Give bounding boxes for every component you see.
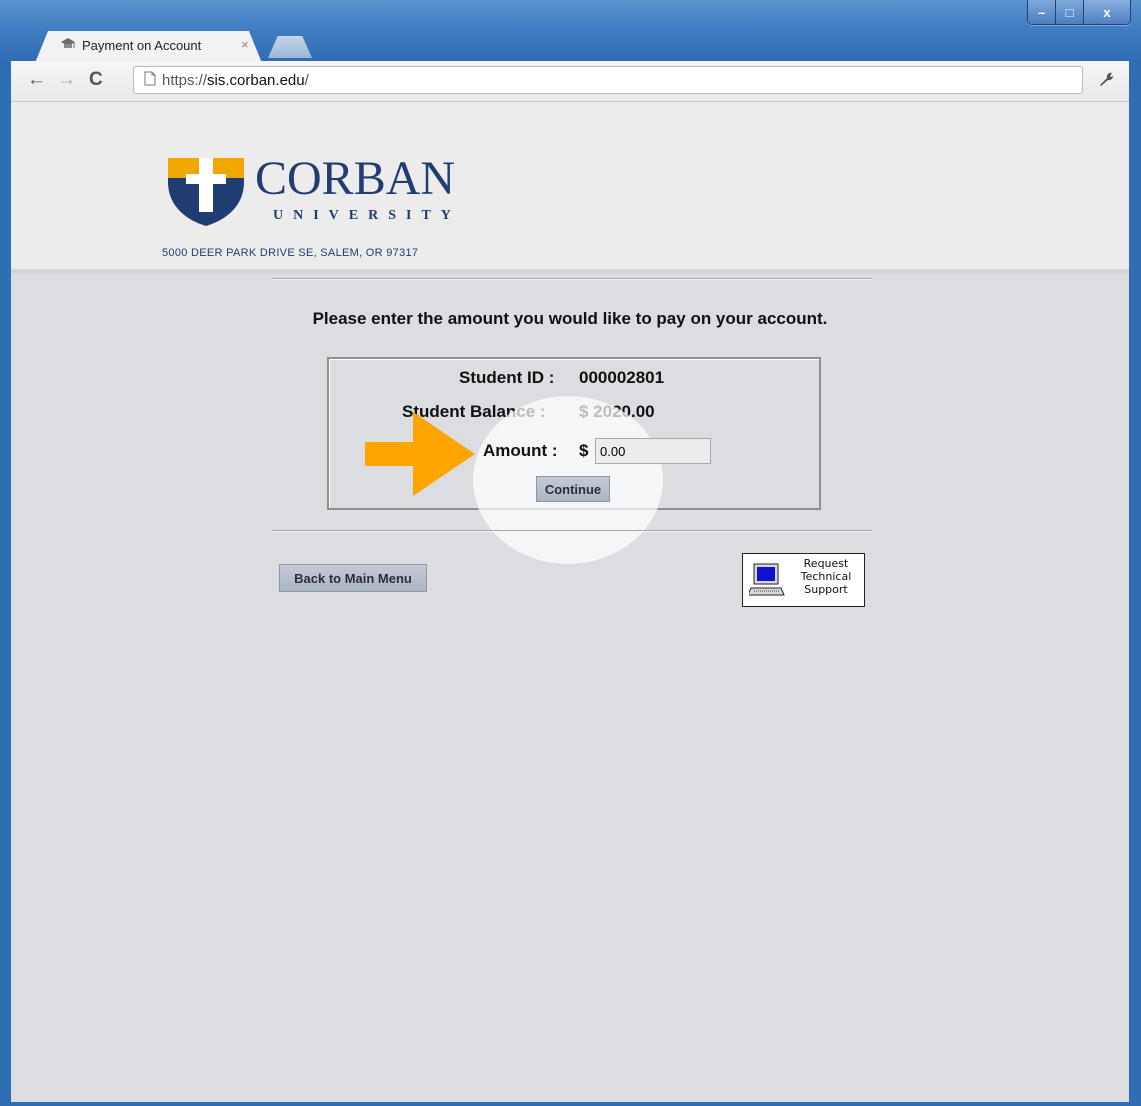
divider-top: [272, 278, 872, 280]
brand-subtitle: UNIVERSITY: [273, 208, 461, 223]
url-scheme: https://: [162, 71, 208, 89]
computer-icon: [747, 562, 785, 603]
url-host: sis.corban.edu: [207, 71, 305, 89]
forward-arrow-icon[interactable]: →: [57, 69, 76, 91]
minimize-button[interactable]: –: [1028, 0, 1056, 24]
support-line-3: Support: [804, 583, 848, 596]
url-path: /: [304, 71, 309, 89]
browser-window: – □ x Payment on Account × ← → C https:/…: [0, 0, 1141, 1106]
pointer-arrow-icon: [365, 412, 475, 501]
close-window-button[interactable]: x: [1084, 0, 1130, 24]
page-icon: [144, 71, 156, 90]
request-technical-support-button[interactable]: Request Technical Support: [742, 553, 865, 607]
new-tab-button[interactable]: [268, 36, 312, 58]
student-id-value: 000002801: [579, 368, 665, 387]
page-viewport: CORBAN UNIVERSITY 5000 DEER PARK DRIVE S…: [11, 102, 1129, 1102]
maximize-button[interactable]: □: [1056, 0, 1084, 24]
brand-name: CORBAN: [255, 152, 456, 205]
tab-title: Payment on Account: [82, 38, 202, 53]
browser-toolbar: ← → C https://sis.corban.edu /: [11, 61, 1129, 102]
support-line-1: Request: [803, 557, 849, 570]
site-header: CORBAN UNIVERSITY 5000 DEER PARK DRIVE S…: [11, 102, 1129, 271]
back-arrow-icon[interactable]: ←: [27, 69, 46, 91]
currency-symbol: $: [579, 441, 589, 460]
continue-button[interactable]: Continue: [536, 476, 610, 502]
back-to-main-menu-button[interactable]: Back to Main Menu: [279, 564, 427, 592]
wrench-menu-icon[interactable]: [1097, 70, 1115, 93]
amount-label: Amount :: [483, 441, 558, 460]
window-controls: – □ x: [1027, 0, 1131, 25]
student-id-label: Student ID :: [459, 368, 555, 387]
address-bar[interactable]: https://sis.corban.edu /: [133, 66, 1083, 94]
tab-close-icon[interactable]: ×: [241, 37, 249, 52]
support-line-2: Technical: [800, 570, 852, 583]
corban-shield-logo-icon: [166, 154, 246, 233]
browser-tab[interactable]: Payment on Account ×: [26, 31, 271, 61]
amount-input[interactable]: [595, 438, 711, 464]
payment-prompt: Please enter the amount you would like t…: [312, 309, 828, 328]
campus-address: 5000 DEER PARK DRIVE SE, SALEM, OR 97317: [162, 247, 419, 259]
reload-icon[interactable]: C: [89, 69, 103, 91]
divider-bottom: [272, 530, 872, 532]
favicon-graduation-cap-icon: [60, 37, 76, 54]
